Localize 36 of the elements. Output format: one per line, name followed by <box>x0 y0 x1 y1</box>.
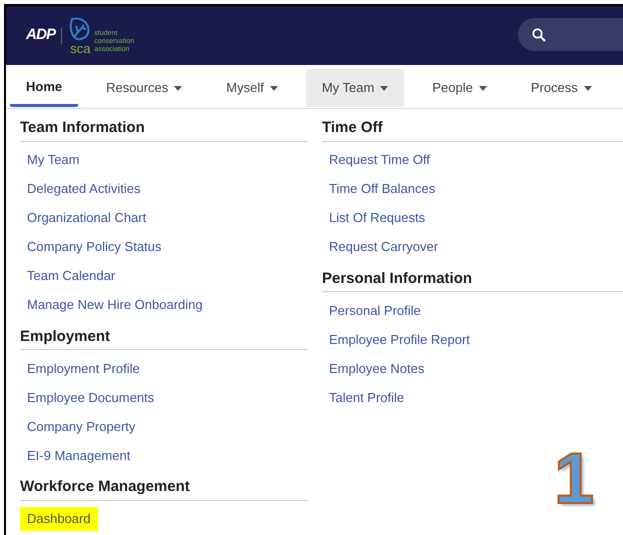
nav-tab[interactable]: Home <box>10 69 78 107</box>
search-field[interactable] <box>518 18 623 51</box>
menu-link[interactable]: Request Carryover <box>322 235 446 259</box>
menu-link[interactable]: Request Time Off <box>322 148 437 172</box>
menu-link[interactable]: List Of Requests <box>322 206 432 230</box>
menu-link[interactable]: Organizational Chart <box>20 206 154 230</box>
menu-link[interactable]: Team Calendar <box>20 264 122 288</box>
menu-link[interactable]: Personal Profile <box>322 298 428 322</box>
section-heading: Time Off <box>322 117 623 142</box>
menu-link[interactable]: Company Property <box>20 414 142 438</box>
sca-logo-text: sca <box>70 42 91 54</box>
menu-link[interactable]: Company Policy Status <box>20 235 168 259</box>
menu-link[interactable]: Dashboard <box>20 507 98 531</box>
menu-link[interactable]: Time Off Balances <box>322 177 442 201</box>
adp-logo: ADP <box>26 25 56 46</box>
menu-link[interactable]: My Team <box>20 148 86 172</box>
section-heading: Personal Information <box>322 268 623 292</box>
menu-link[interactable]: Employee Profile Report <box>322 328 477 352</box>
nav-tab[interactable]: Resources <box>90 69 198 107</box>
leaf-icon <box>68 16 92 42</box>
section-heading: Employment <box>20 326 308 350</box>
menu-link[interactable]: EI-9 Management <box>20 444 138 468</box>
nav-tab[interactable]: Process <box>514 69 608 107</box>
search-icon <box>532 28 546 42</box>
nav-tab[interactable]: My Team <box>306 69 404 107</box>
menu-link[interactable]: Employment Profile <box>20 356 147 380</box>
menu-link[interactable]: Manage New Hire Onboarding <box>20 293 210 317</box>
menu-link[interactable]: Delegated Activities <box>20 177 148 201</box>
menu-link[interactable]: Employee Documents <box>20 386 162 410</box>
section-heading: Team Information <box>20 117 308 142</box>
menu-link[interactable]: Talent Profile <box>322 386 412 410</box>
nav-tab[interactable]: People <box>416 69 503 107</box>
nav-tab[interactable]: Myself <box>210 69 294 107</box>
menu-link[interactable]: Employee Notes <box>322 356 432 380</box>
step-number: 1 <box>554 443 594 515</box>
section-heading: Workforce Management <box>20 476 308 500</box>
